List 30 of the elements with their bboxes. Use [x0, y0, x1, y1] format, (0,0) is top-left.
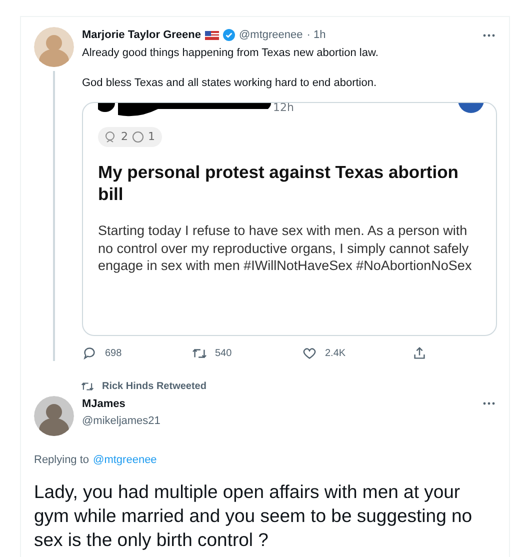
tweet-text: God bless Texas and all states working hard to end abortion.: [82, 76, 378, 91]
plus-button: [458, 102, 484, 112]
flag-icon: [205, 30, 220, 40]
heart-icon[interactable]: [302, 346, 317, 360]
avatar[interactable]: [34, 396, 74, 436]
share-icon[interactable]: [412, 346, 427, 360]
reaction-count: 2: [121, 128, 128, 144]
tweet-text: Already good things happening from Texas new abortion law.: [82, 46, 380, 60]
handle[interactable]: @mtgreenee: [239, 27, 303, 44]
more-icon[interactable]: [483, 402, 495, 404]
post-body: Starting today I refuse to have sex with men. As a person with no control over my reproductive organs, I simply cannot safely engage in sex with men #IWillNotHaveSex #NoAbortionNoSex: [98, 222, 473, 275]
action-count: 698: [105, 346, 122, 360]
author-name[interactable]: MJames: [82, 396, 126, 412]
reply-text: Lady, you had multiple open affairs with men at your gym while married and you seem to be suggesting no sex is the only birth control ?: [34, 480, 474, 552]
handle[interactable]: @mikeljames21: [82, 413, 509, 430]
retweeted-by[interactable]: Rick Hinds Retweeted: [102, 378, 206, 394]
reaction-icon: [105, 130, 117, 143]
action-count: 2.4K: [325, 346, 346, 360]
action-count: 540: [215, 346, 232, 360]
replying-label: Replying to: [34, 452, 90, 468]
timestamp[interactable]: · 1h: [306, 27, 326, 44]
more-icon[interactable]: [483, 34, 495, 37]
post-title: My personal protest against Texas abortion bill: [98, 162, 460, 206]
reply-icon[interactable]: [82, 346, 97, 360]
embedded-screenshot[interactable]: [82, 102, 497, 336]
author-name[interactable]: Marjorie Taylor Greene: [82, 27, 202, 44]
retweet-icon: [81, 380, 94, 392]
comment-count: 1: [148, 128, 155, 144]
comment-icon: [132, 130, 144, 143]
post-time: 12h: [273, 102, 294, 116]
